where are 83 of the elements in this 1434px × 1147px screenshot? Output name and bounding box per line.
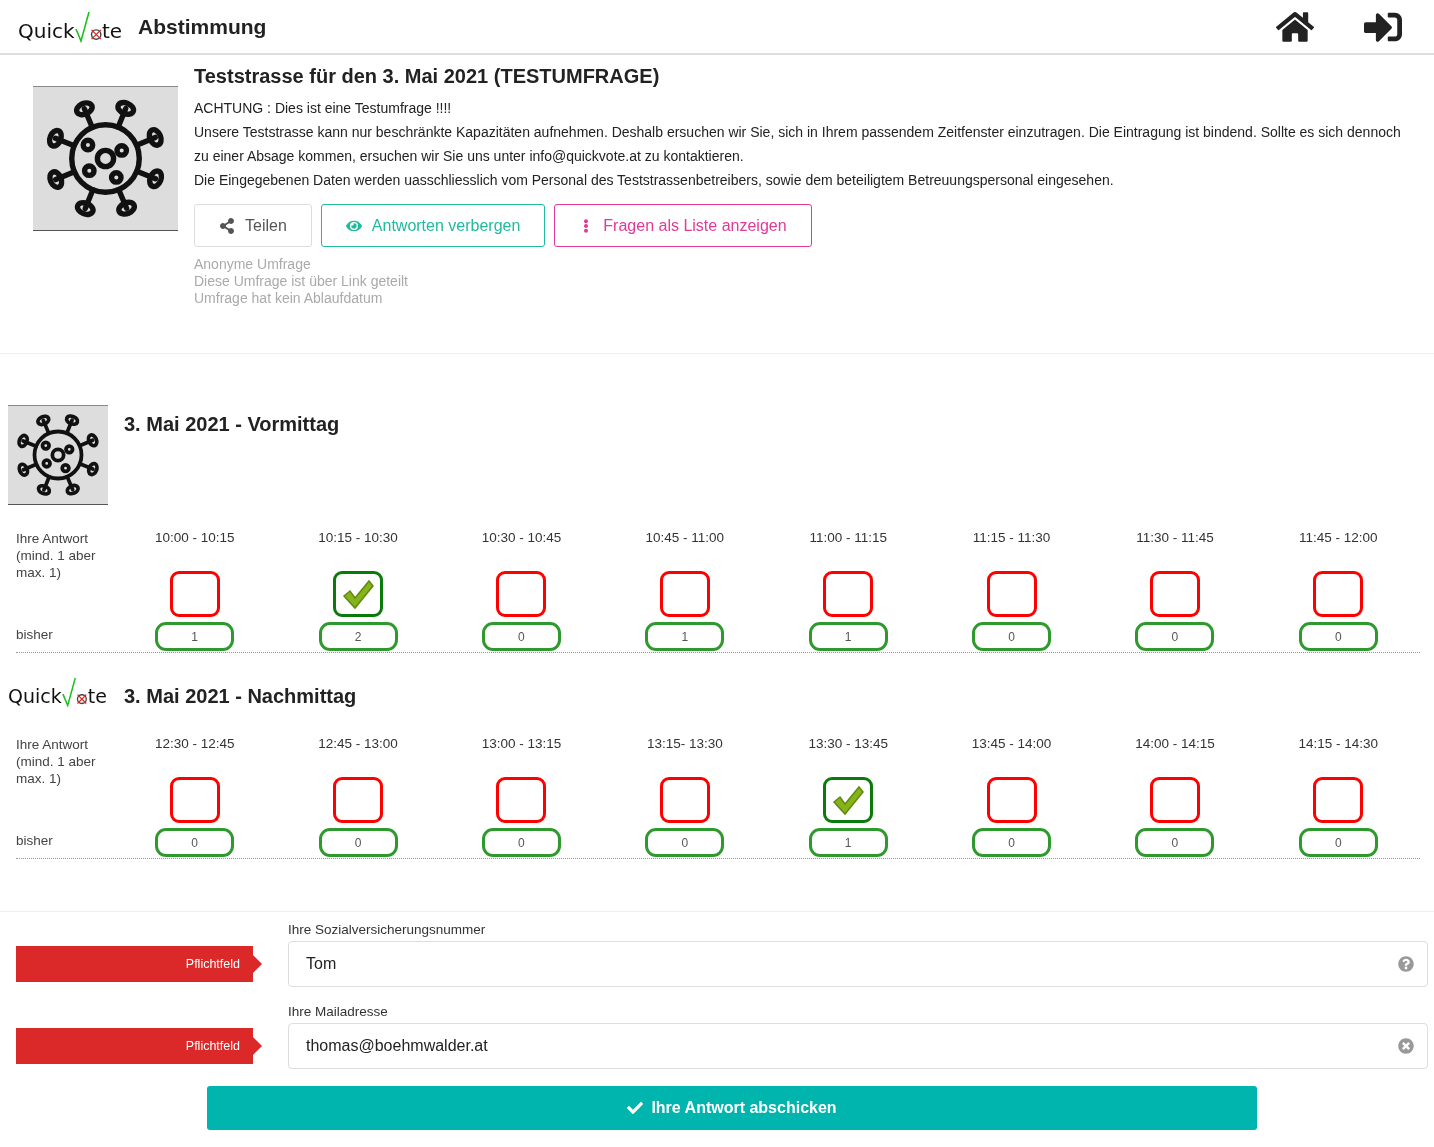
list-button[interactable]: Fragen als Liste anzeigen xyxy=(554,204,812,247)
survey-info: Diese Umfrage ist über Link geteilt xyxy=(194,273,409,290)
answer-checkbox[interactable] xyxy=(496,571,547,617)
check-mark-icon xyxy=(61,677,76,708)
vote-count: 0 xyxy=(645,828,725,857)
time-slot: 10:30 - 10:45 xyxy=(439,530,604,581)
check-mark-icon xyxy=(74,10,90,43)
vote-count: 0 xyxy=(1135,622,1215,651)
time-slot: 10:15 - 10:30 xyxy=(276,530,440,581)
answer-checkbox[interactable] xyxy=(333,571,384,617)
answer-checkbox[interactable] xyxy=(986,571,1037,617)
vote-count: 1 xyxy=(155,622,235,651)
time-slot: 11:00 - 11:15 xyxy=(766,530,930,581)
answer-checkbox[interactable] xyxy=(169,777,220,823)
text-field[interactable]: Tom xyxy=(288,941,1428,987)
required-tag: Pflichtfeld xyxy=(16,946,262,982)
check-icon xyxy=(341,578,376,610)
section-title: 3. Mai 2021 - Vormittag xyxy=(124,412,340,437)
survey-info: Anonyme Umfrage xyxy=(194,256,312,273)
vote-count: 0 xyxy=(1135,828,1215,857)
section-title: 3. Mai 2021 - Nachmittag xyxy=(124,684,357,708)
clear-icon[interactable] xyxy=(1398,1038,1414,1054)
time-slot: 11:45 - 12:00 xyxy=(1256,530,1420,581)
survey-info: Umfrage hat kein Ablaufdatum xyxy=(194,290,384,307)
vote-count: 0 xyxy=(1298,622,1378,651)
time-slot: 11:30 - 11:45 xyxy=(1093,530,1257,581)
help-icon[interactable] xyxy=(1398,956,1414,972)
answer-checkbox[interactable] xyxy=(1149,571,1200,617)
answer-checkbox[interactable] xyxy=(496,777,547,823)
vote-count: 2 xyxy=(318,622,398,651)
time-slot: 13:45 - 14:00 xyxy=(929,736,1094,787)
answer-checkbox[interactable] xyxy=(1149,777,1200,823)
time-slot: 10:45 - 11:00 xyxy=(603,530,767,581)
survey-title: Teststrasse für den 3. Mai 2021 (TESTUMFRAGE) xyxy=(194,65,661,88)
count-label: bisher xyxy=(16,626,54,643)
vote-count: 1 xyxy=(808,828,888,857)
text-field[interactable]: thomas@boehmwalder.at xyxy=(288,1023,1428,1069)
survey-description: ACHTUNG : Dies ist eine Testumfrage !!!! xyxy=(194,99,453,118)
answer-checkbox[interactable] xyxy=(986,777,1037,823)
logo-text: Quick xyxy=(8,684,62,708)
crossed-circle-icon xyxy=(76,691,88,706)
time-slot: 13:30 - 13:45 xyxy=(766,736,930,787)
answer-checkbox[interactable] xyxy=(333,777,384,823)
time-slot: 14:00 - 14:15 xyxy=(1093,736,1257,787)
share-button[interactable]: Teilen xyxy=(194,204,312,247)
time-slot: 14:15 - 14:30 xyxy=(1256,736,1420,787)
time-slot: 13:00 - 13:15 xyxy=(439,736,604,787)
vote-count: 0 xyxy=(972,828,1052,857)
vote-count: 0 xyxy=(481,828,561,857)
vote-count: 0 xyxy=(1298,828,1378,857)
logo-text: te xyxy=(101,18,123,43)
vote-count: 0 xyxy=(481,622,561,651)
vote-count: 0 xyxy=(155,828,235,857)
answer-checkbox[interactable] xyxy=(823,571,874,617)
count-label: bisher xyxy=(16,832,54,849)
time-slot: 12:30 - 12:45 xyxy=(113,736,277,787)
page-title: Abstimmung xyxy=(138,14,267,39)
vote-count: 1 xyxy=(645,622,725,651)
check-icon xyxy=(627,1100,644,1116)
answer-checkbox[interactable] xyxy=(659,571,710,617)
share-icon xyxy=(219,217,235,234)
logo-text: te xyxy=(87,684,107,708)
logo-text: Quick xyxy=(18,18,75,43)
answer-checkbox[interactable] xyxy=(1313,777,1364,823)
vote-count: 1 xyxy=(808,622,888,651)
field-label: Ihre Mailadresse xyxy=(288,1004,389,1019)
answer-checkbox[interactable] xyxy=(169,571,220,617)
time-slot: 12:45 - 13:00 xyxy=(276,736,440,787)
vote-count: 0 xyxy=(318,828,398,857)
vote-count: 0 xyxy=(972,622,1052,651)
survey-description: Unsere Teststrasse kann nur beschränkte Kapazitäten aufnehmen. Deshalb ersuchen wir Sie, sich in Ihrem passendem Zeitfenster einzutragen. Die Eintragung ist bindend. Sollte es sich dennoch zu einer Absage kommen, ersuchen wir Sie uns unter info@quickvote.at zu kontaktieren. xyxy=(194,123,1402,166)
time-slot: 11:15 - 11:30 xyxy=(929,530,1094,581)
answer-label: Ihre Antwort (mind. 1 aber max. 1) xyxy=(16,736,97,787)
check-icon xyxy=(831,784,866,816)
answer-label: Ihre Antwort (mind. 1 aber max. 1) xyxy=(16,530,97,581)
time-slot: 13:15- 13:30 xyxy=(603,736,767,787)
answer-checkbox[interactable] xyxy=(1313,571,1364,617)
answer-checkbox[interactable] xyxy=(823,777,874,823)
answer-checkbox[interactable] xyxy=(659,777,710,823)
required-tag: Pflichtfeld xyxy=(16,1028,262,1064)
time-slot: 10:00 - 10:15 xyxy=(113,530,277,581)
field-label: Ihre Sozialversicherungsnummer xyxy=(288,922,487,937)
survey-description: Die Eingegebenen Daten werden uasschliesslich vom Personal des Teststrassenbetreibers, sowie dem beteiligtem Betreuungspersonal eingesehen. xyxy=(194,171,1115,190)
